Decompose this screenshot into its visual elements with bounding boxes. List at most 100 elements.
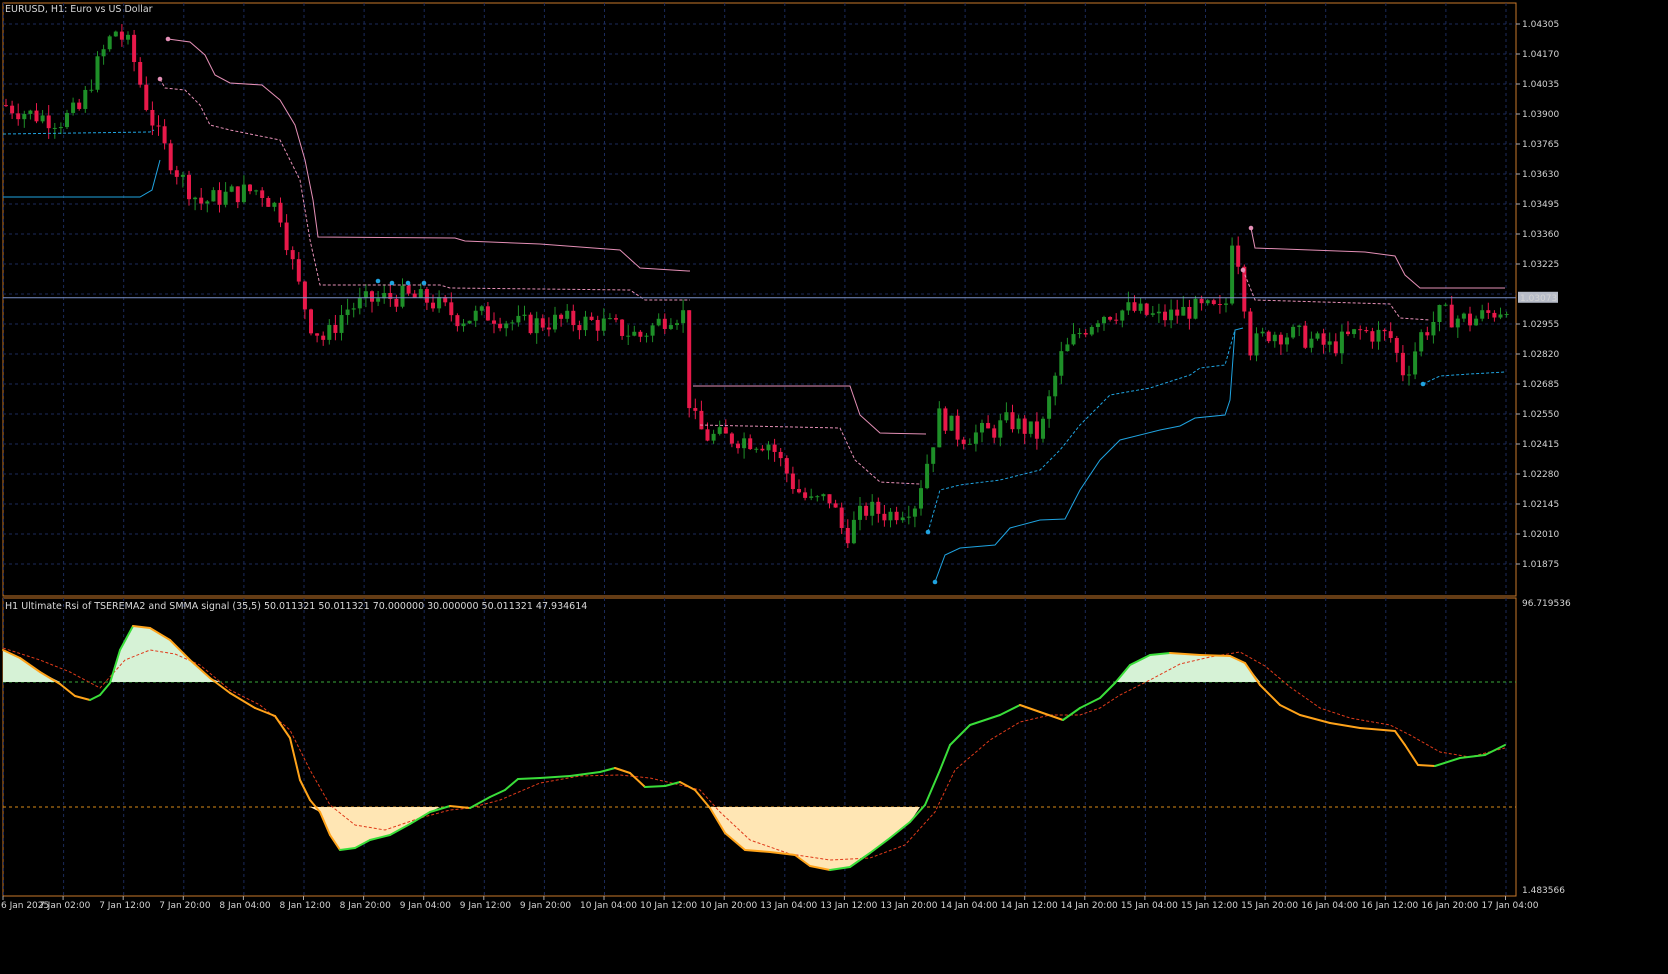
rsi-line-segment [1099, 682, 1116, 699]
candle-body [601, 318, 606, 331]
candle-body [1272, 334, 1277, 342]
candle-body [1193, 298, 1198, 319]
chart-canvas[interactable]: 1.04305 1.04170 1.04035 1.03900 1.03765 1.036… [0, 0, 1668, 974]
candle-body [1468, 313, 1472, 326]
candle-body [1278, 334, 1283, 345]
rsi-line-segment [309, 799, 321, 813]
candle-body [1346, 331, 1350, 335]
candle-body [949, 415, 954, 431]
candle-body [784, 458, 789, 474]
candle-body [589, 316, 594, 320]
candle-body [1260, 331, 1265, 334]
candle-body [89, 89, 94, 91]
price-axis-label: 1.02955 [1522, 320, 1559, 330]
candle-body [272, 202, 277, 207]
candle-body [211, 190, 216, 202]
candle-body [778, 451, 783, 459]
candle-body [1028, 421, 1033, 434]
time-axis-label: 15 Jan 12:00 [1181, 901, 1238, 911]
price-axis-label: 1.03765 [1522, 140, 1559, 150]
rsi-line-segment [939, 744, 951, 771]
indicator-scale-max: 96.719536 [1522, 599, 1571, 609]
candle-body [595, 319, 600, 331]
price-axis-label: 1.02280 [1522, 470, 1559, 480]
rsi-line-segment [1259, 684, 1281, 706]
candle-body [809, 496, 814, 498]
candles [4, 24, 1509, 548]
candle-body [1016, 418, 1021, 430]
candle-body [1181, 306, 1186, 316]
candle-body [1144, 303, 1149, 315]
candle-body [461, 323, 466, 327]
rsi-line-segment [1484, 744, 1506, 756]
candle-body [681, 310, 686, 324]
candle-body [1266, 331, 1271, 342]
candle-body [693, 408, 698, 411]
indicator-scale-min: 1.483566 [1522, 886, 1565, 896]
candle-body [894, 511, 899, 521]
candle-body [113, 31, 118, 37]
candle-body [833, 503, 838, 508]
candle-body [656, 318, 661, 326]
candle-body [71, 102, 76, 113]
candle-body [943, 408, 948, 431]
candle-body [1022, 418, 1027, 434]
candle-body [1010, 412, 1015, 430]
candle-body [729, 433, 734, 444]
price-axis-label: 1.03495 [1522, 200, 1559, 210]
time-axis-label: 13 Jan 04:00 [760, 901, 817, 911]
candle-body [126, 34, 130, 40]
candle-body [1004, 412, 1009, 421]
candle-body [1138, 303, 1143, 311]
candle-body [193, 197, 198, 200]
time-axis-label: 7 Jan 02:00 [39, 901, 91, 911]
lower-band-1 [3, 159, 161, 198]
time-axis-label: 8 Jan 04:00 [219, 901, 271, 911]
candle-body [132, 34, 137, 63]
candle-body [455, 315, 460, 327]
candle-body [876, 501, 881, 514]
rsi-line-segment [1199, 654, 1231, 657]
rsi-line-segment [289, 737, 301, 781]
rsi-line-segment [89, 694, 101, 701]
candle-body [187, 174, 191, 200]
time-axis-label: 14 Jan 12:00 [1001, 901, 1058, 911]
candle-body [1126, 302, 1131, 311]
rsi-line-segment [489, 789, 506, 798]
oversold-fill [305, 807, 440, 850]
candle-body [241, 184, 246, 203]
rsi-line-segment [1417, 764, 1436, 767]
candle-body [467, 320, 472, 324]
candle-body [1358, 329, 1363, 331]
candle-body [10, 105, 15, 114]
candle-body [77, 102, 82, 109]
candle-body [4, 105, 8, 107]
rsi-line-segment [74, 695, 91, 701]
candle-body [1083, 332, 1088, 335]
candle-body [1217, 304, 1222, 306]
candle-body [559, 314, 564, 319]
candle-body [1425, 332, 1430, 336]
candle-body [1175, 309, 1180, 316]
time-axis-label: 16 Jan 12:00 [1361, 901, 1418, 911]
candle-body [961, 439, 966, 445]
candle-body [1034, 421, 1039, 439]
candle-body [394, 298, 399, 307]
candle-body [1382, 329, 1387, 332]
rsi-line-segment [664, 781, 681, 787]
candle-body [321, 335, 326, 340]
candle-body [882, 513, 887, 521]
candle-body [1224, 303, 1228, 305]
lower-band-1-dashed [2, 129, 155, 135]
candle-body [1339, 331, 1344, 354]
candle-body [577, 325, 582, 331]
rsi-line-segment [504, 778, 519, 791]
time-axis-label: 15 Jan 20:00 [1241, 901, 1298, 911]
upper-band-2 [693, 385, 927, 435]
price-axis-label: 1.04170 [1522, 50, 1559, 60]
candle-body [492, 320, 496, 324]
rsi-line-segment [539, 775, 571, 779]
candle-body [290, 250, 295, 260]
candle-body [607, 318, 612, 320]
rsi-line-segment [59, 683, 76, 697]
